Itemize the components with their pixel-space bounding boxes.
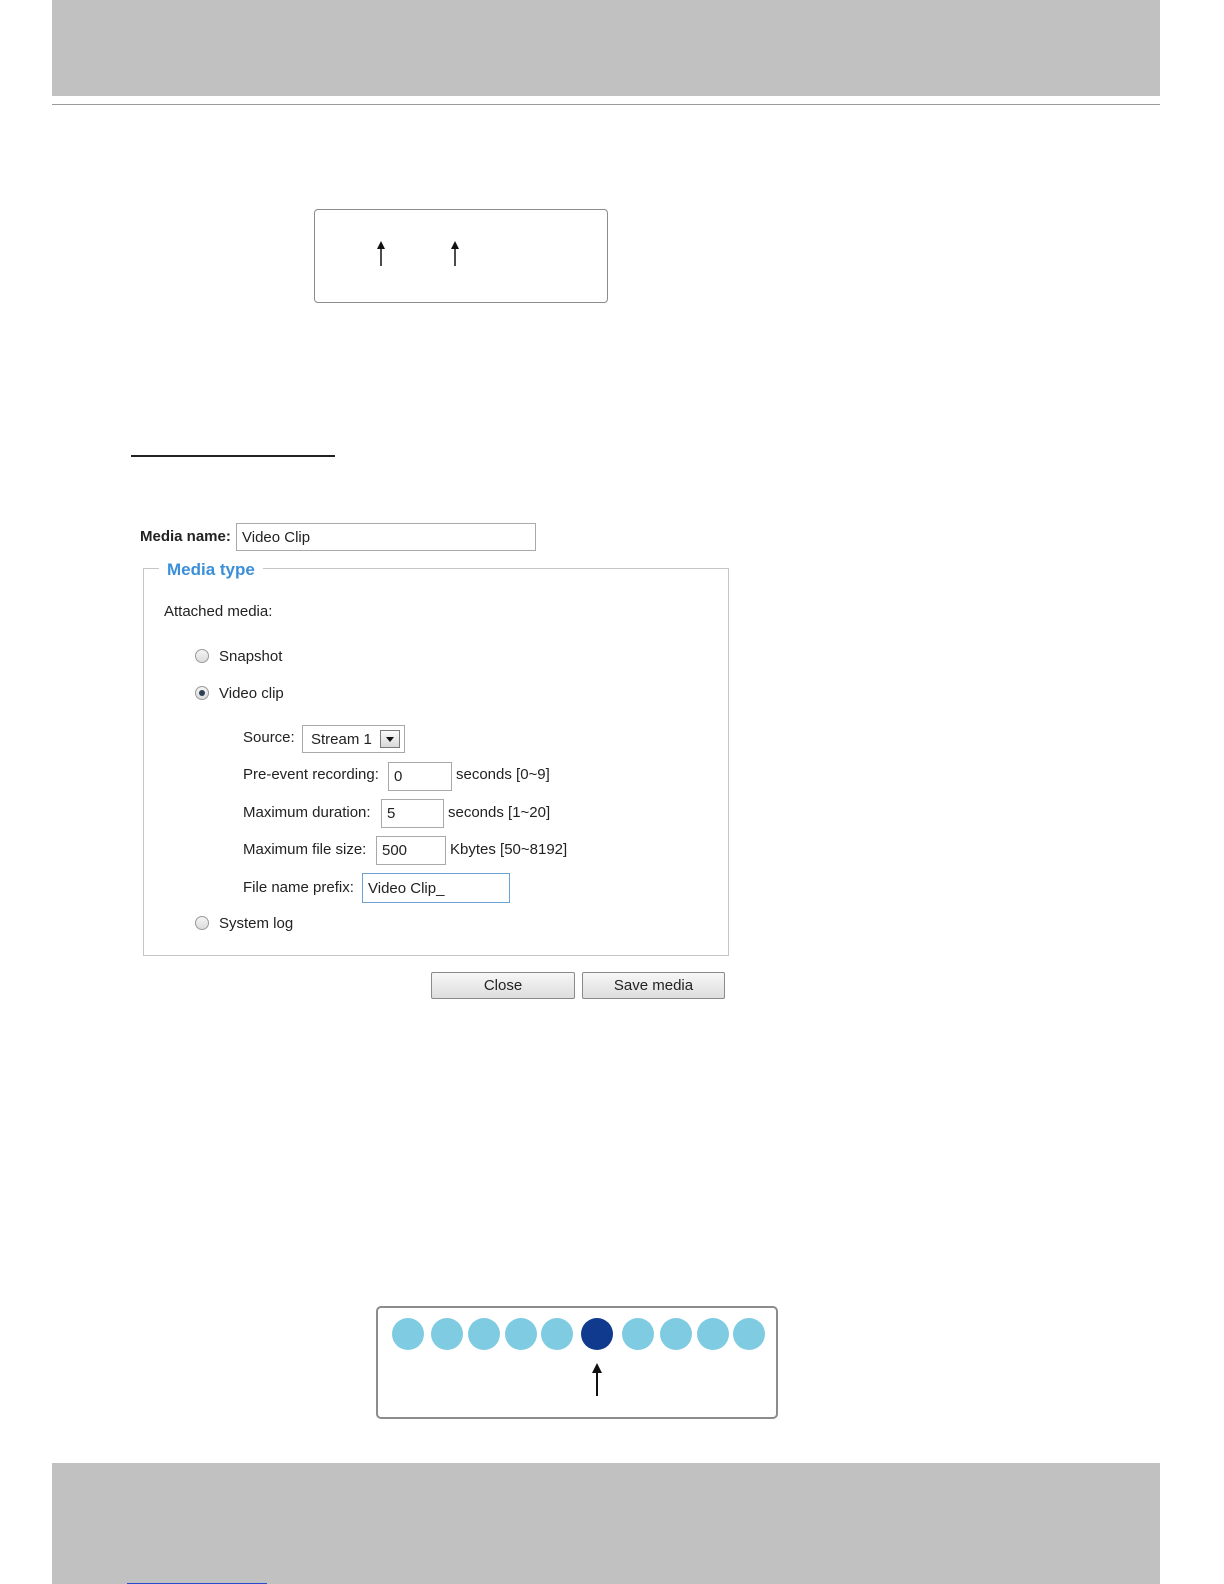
file-prefix-input[interactable] [362,873,510,903]
frame-dot [660,1318,692,1350]
close-button[interactable]: Close [431,972,575,999]
snapshot-radio[interactable] [195,649,209,663]
attached-media-label: Attached media: [164,603,273,620]
system-log-label: System log [219,915,294,932]
frame-dot [468,1318,500,1350]
frame-dot [541,1318,573,1350]
video-clip-label: Video clip [219,685,284,702]
file-prefix-label: File name prefix: [243,879,354,896]
max-duration-input[interactable] [381,799,444,828]
frame-dot [733,1318,765,1350]
media-name-input[interactable] [236,523,536,551]
max-file-size-input[interactable] [376,836,446,865]
pre-event-unit: seconds [0~9] [456,766,550,783]
max-duration-label: Maximum duration: [243,804,371,821]
max-file-size-label: Maximum file size: [243,841,367,858]
frame-dot-highlighted [581,1318,613,1350]
source-label: Source: [243,729,295,746]
media-settings-form: Media name: Media type Attached media: S… [0,0,1224,1100]
media-type-legend: Media type [159,560,263,580]
max-duration-unit: seconds [1~20] [448,804,551,821]
footer-band [52,1463,1160,1584]
video-clip-radio[interactable] [195,686,209,700]
frame-dot [392,1318,424,1350]
frame-dot [505,1318,537,1350]
snapshot-label: Snapshot [219,648,283,665]
frame-dot [697,1318,729,1350]
media-name-label: Media name: [140,528,231,545]
frame-dot [431,1318,463,1350]
chevron-down-icon[interactable] [380,730,400,748]
save-media-button[interactable]: Save media [582,972,725,999]
source-select-value: Stream 1 [311,731,372,748]
source-select[interactable]: Stream 1 [302,725,405,753]
up-arrow-icon [592,1363,602,1396]
pre-event-input[interactable] [388,762,452,791]
max-file-size-unit: Kbytes [50~8192] [450,841,568,858]
system-log-radio[interactable] [195,916,209,930]
pre-event-label: Pre-event recording: [243,766,379,783]
frame-dot [622,1318,654,1350]
